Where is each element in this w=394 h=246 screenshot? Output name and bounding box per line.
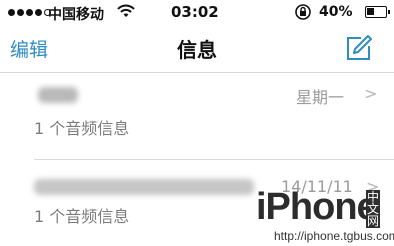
clock-time: 03:02	[171, 3, 219, 21]
status-bar: 中国移动 03:02 40%	[0, 0, 394, 26]
row-divider	[34, 159, 394, 160]
signal-strength-icon	[8, 9, 51, 16]
conversation-row[interactable]: 星期一 > 1 个音频信息	[0, 72, 394, 166]
chevron-right-icon: >	[364, 84, 378, 103]
battery-percent: 40%	[319, 4, 353, 20]
message-preview: 1 个音频信息	[34, 119, 130, 138]
site-watermark: iPhone 中文网 http://iphone.tgbus.com	[246, 186, 394, 246]
watermark-brand: iPhone	[256, 186, 378, 228]
watermark-badge: 中文网	[366, 190, 380, 228]
sender-name-blurred	[38, 87, 78, 103]
navigation-bar: 编辑 信息	[0, 26, 394, 73]
compose-icon[interactable]	[342, 32, 374, 64]
page-title: 信息	[177, 38, 217, 62]
watermark-url: http://iphone.tgbus.com	[274, 229, 394, 243]
wifi-icon	[117, 4, 135, 17]
battery-icon	[365, 6, 390, 18]
carrier-name: 中国移动	[48, 7, 104, 23]
message-preview: 1 个音频信息	[34, 207, 130, 226]
conversation-date: 星期一	[296, 88, 345, 107]
rotation-lock-icon	[295, 4, 311, 20]
sender-name-blurred	[34, 179, 254, 195]
